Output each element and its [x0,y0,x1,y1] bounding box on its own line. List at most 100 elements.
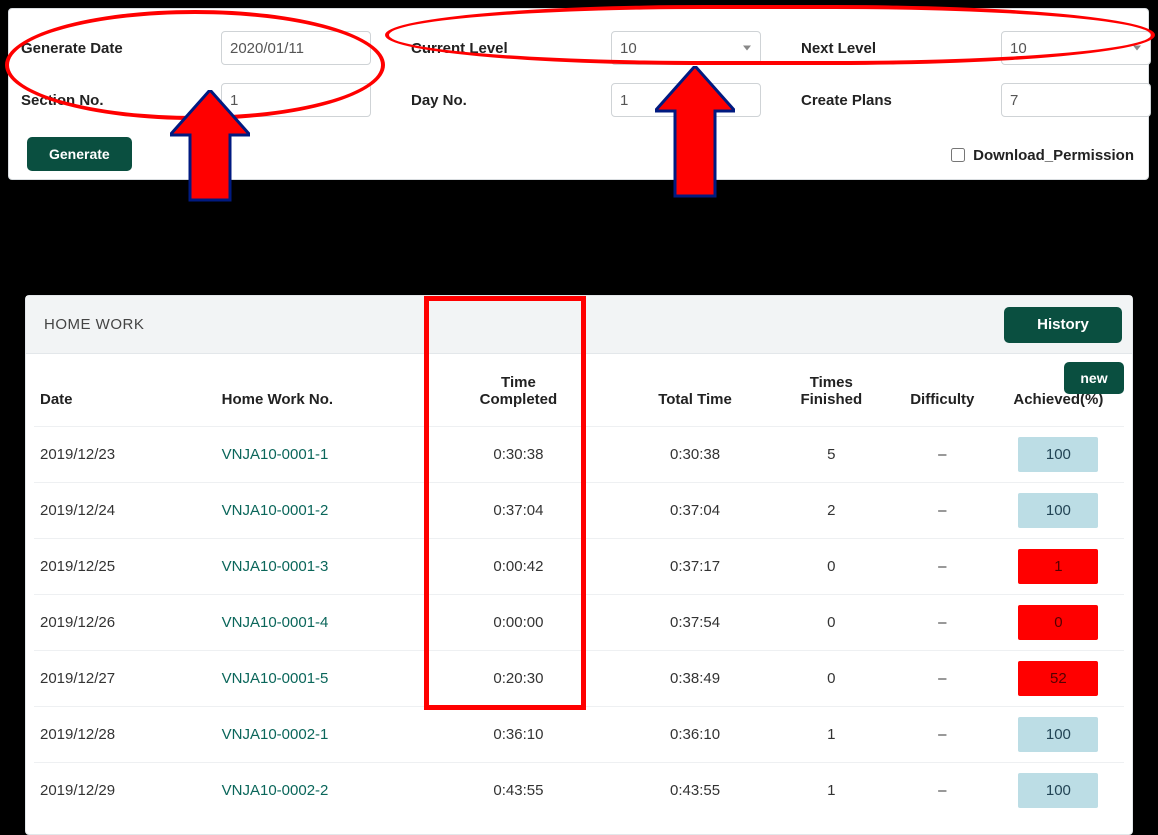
achieved-badge: 52 [1018,661,1098,696]
cell-total-time: 0:37:17 [619,539,770,595]
cell-hw-no: VNJA10-0001-5 [216,651,418,707]
current-level-select[interactable]: 10 [611,31,761,65]
cell-time-completed: 0:37:04 [418,483,620,539]
cell-time-completed: 0:43:55 [418,763,620,819]
generate-panel: Generate Date Current Level 10 Next Leve… [8,8,1149,180]
cell-date: 2019/12/23 [34,427,216,483]
cell-achieved: 100 [993,763,1124,819]
cell-time-completed: 0:36:10 [418,707,620,763]
cell-difficulty: – [892,427,993,483]
download-permission-label: Download_Permission [973,147,1134,164]
cell-achieved: 100 [993,707,1124,763]
new-button[interactable]: new [1064,362,1124,394]
cell-times-finished: 1 [771,707,892,763]
achieved-badge: 100 [1018,717,1098,752]
hw-link[interactable]: VNJA10-0001-4 [222,614,329,631]
cell-hw-no: VNJA10-0002-2 [216,763,418,819]
cell-hw-no: VNJA10-0001-4 [216,595,418,651]
hw-link[interactable]: VNJA10-0001-2 [222,502,329,519]
col-time-completed: Time Completed [418,364,620,427]
cell-times-finished: 5 [771,427,892,483]
cell-time-completed: 0:30:38 [418,427,620,483]
generate-date-label: Generate Date [21,40,221,57]
col-difficulty: Difficulty [892,364,993,427]
generate-button[interactable]: Generate [27,137,132,171]
hw-link[interactable]: VNJA10-0001-3 [222,558,329,575]
cell-hw-no: VNJA10-0002-1 [216,707,418,763]
homework-table: Date Home Work No. Time Completed Total … [34,364,1124,818]
col-times-finished: Times Finished [771,364,892,427]
cell-total-time: 0:38:49 [619,651,770,707]
cell-achieved: 52 [993,651,1124,707]
cell-difficulty: – [892,595,993,651]
cell-hw-no: VNJA10-0001-1 [216,427,418,483]
homework-table-wrap: new Date Home Work No. Time Completed To… [26,354,1132,834]
cell-date: 2019/12/29 [34,763,216,819]
cell-total-time: 0:37:54 [619,595,770,651]
hw-link[interactable]: VNJA10-0002-2 [222,782,329,799]
cell-times-finished: 0 [771,651,892,707]
create-plans-label: Create Plans [801,92,1001,109]
cell-date: 2019/12/24 [34,483,216,539]
current-level-label: Current Level [411,40,611,57]
cell-achieved: 100 [993,427,1124,483]
cell-time-completed: 0:20:30 [418,651,620,707]
cell-achieved: 0 [993,595,1124,651]
cell-date: 2019/12/26 [34,595,216,651]
table-row: 2019/12/26VNJA10-0001-40:00:000:37:540–0 [34,595,1124,651]
day-no-input[interactable] [611,83,761,117]
table-row: 2019/12/28VNJA10-0002-10:36:100:36:101–1… [34,707,1124,763]
cell-date: 2019/12/27 [34,651,216,707]
cell-total-time: 0:36:10 [619,707,770,763]
create-plans-input[interactable] [1001,83,1151,117]
hw-link[interactable]: VNJA10-0002-1 [222,726,329,743]
cell-difficulty: – [892,763,993,819]
col-total-time: Total Time [619,364,770,427]
achieved-badge: 0 [1018,605,1098,640]
table-header-row: Date Home Work No. Time Completed Total … [34,364,1124,427]
day-no-label: Day No. [411,92,611,109]
download-permission-checkbox[interactable] [951,148,965,162]
generate-date-input[interactable] [221,31,371,65]
cell-times-finished: 0 [771,539,892,595]
cell-difficulty: – [892,651,993,707]
cell-times-finished: 0 [771,595,892,651]
cell-difficulty: – [892,483,993,539]
cell-hw-no: VNJA10-0001-3 [216,539,418,595]
cell-achieved: 100 [993,483,1124,539]
achieved-badge: 100 [1018,493,1098,528]
cell-time-completed: 0:00:00 [418,595,620,651]
next-level-label: Next Level [801,40,1001,57]
cell-total-time: 0:30:38 [619,427,770,483]
achieved-badge: 100 [1018,773,1098,808]
table-row: 2019/12/27 VNJA10-0001-5 0:20:300:38:490–5… [34,651,1124,707]
section-no-input[interactable] [221,83,371,117]
hw-link[interactable]: VNJA10-0001-5 [222,670,329,687]
table-row: 2019/12/24VNJA10-0001-20:37:040:37:042–1… [34,483,1124,539]
cell-total-time: 0:43:55 [619,763,770,819]
cell-times-finished: 2 [771,483,892,539]
cell-hw-no: VNJA10-0001-2 [216,483,418,539]
achieved-badge: 100 [1018,437,1098,472]
download-permission-row[interactable]: Download_Permission [947,145,1134,165]
history-button[interactable]: History [1004,307,1122,343]
homework-header: HOME WORK History [26,296,1132,354]
hw-link[interactable]: VNJA10-0001-1 [222,446,329,463]
cell-date: 2019/12/28 [34,707,216,763]
table-row: 2019/12/25VNJA10-0001-30:00:420:37:170–1 [34,539,1124,595]
cell-times-finished: 1 [771,763,892,819]
col-date: Date [34,364,216,427]
homework-panel: HOME WORK History new Date Home Work No.… [25,295,1133,835]
cell-achieved: 1 [993,539,1124,595]
cell-total-time: 0:37:04 [619,483,770,539]
next-level-select[interactable]: 10 [1001,31,1151,65]
col-hw-no: Home Work No. [216,364,418,427]
achieved-badge: 1 [1018,549,1098,584]
cell-date: 2019/12/25 [34,539,216,595]
table-row: 2019/12/23VNJA10-0001-10:30:380:30:385–1… [34,427,1124,483]
cell-time-completed: 0:00:42 [418,539,620,595]
section-no-label: Section No. [21,92,221,109]
homework-title: HOME WORK [44,316,144,333]
table-row: 2019/12/29VNJA10-0002-20:43:550:43:551–1… [34,763,1124,819]
cell-difficulty: – [892,707,993,763]
